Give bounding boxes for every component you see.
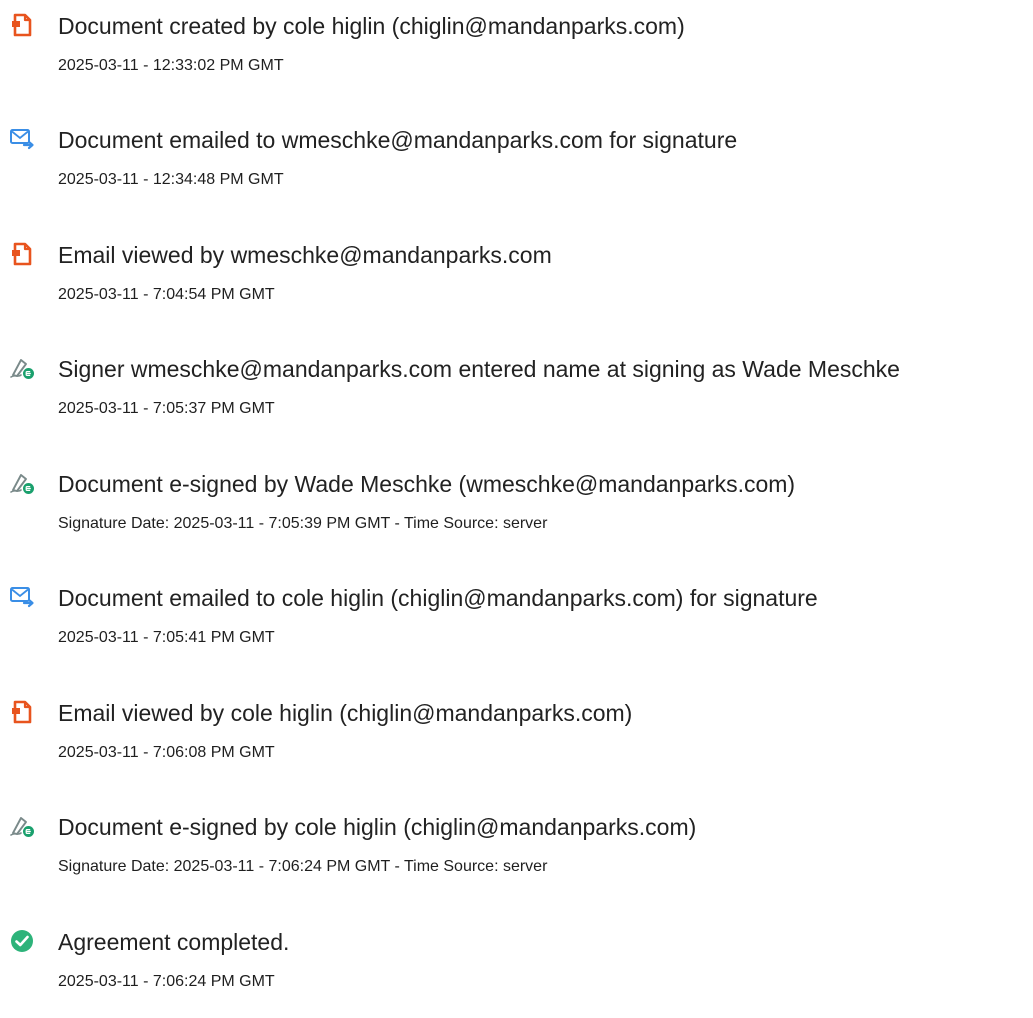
esign-pen-icon [9, 813, 35, 839]
email-sent-icon [9, 126, 35, 152]
event-timestamp: 2025-03-11 - 12:34:48 PM GMT [58, 171, 284, 188]
document-icon [9, 699, 35, 725]
event-title: Document emailed to cole higlin (chiglin… [58, 585, 818, 611]
history-event: Document emailed to wmeschke@mandanparks… [0, 126, 1033, 216]
event-title: Email viewed by cole higlin (chiglin@man… [58, 700, 633, 726]
history-event: Document e-signed by Wade Meschke (wmesc… [0, 470, 1033, 560]
event-title: Document created by cole higlin (chiglin… [58, 13, 685, 39]
email-sent-icon [9, 584, 35, 610]
event-title: Document emailed to wmeschke@mandanparks… [58, 127, 738, 153]
event-timestamp: 2025-03-11 - 7:06:24 PM GMT [58, 973, 275, 990]
event-title: Document e-signed by Wade Meschke (wmesc… [58, 471, 796, 497]
history-event: Agreement completed. 2025-03-11 - 7:06:2… [0, 928, 1033, 1018]
document-icon [9, 12, 35, 38]
history-event: Email viewed by cole higlin (chiglin@man… [0, 699, 1033, 789]
event-timestamp: Signature Date: 2025-03-11 - 7:05:39 PM … [58, 515, 548, 532]
event-title: Agreement completed. [58, 929, 290, 955]
history-event: Document emailed to cole higlin (chiglin… [0, 584, 1033, 674]
event-timestamp: 2025-03-11 - 7:05:41 PM GMT [58, 629, 275, 646]
esign-pen-icon [9, 470, 35, 496]
event-title: Signer wmeschke@mandanparks.com entered … [58, 356, 900, 382]
event-title: Document e-signed by cole higlin (chigli… [58, 814, 697, 840]
esign-pen-icon [9, 355, 35, 381]
event-title: Email viewed by wmeschke@mandanparks.com [58, 242, 552, 268]
history-event: Signer wmeschke@mandanparks.com entered … [0, 355, 1033, 445]
event-timestamp: 2025-03-11 - 7:06:08 PM GMT [58, 744, 275, 761]
history-event: Email viewed by wmeschke@mandanparks.com… [0, 241, 1033, 331]
event-timestamp: 2025-03-11 - 7:04:54 PM GMT [58, 286, 275, 303]
history-event: Document e-signed by cole higlin (chigli… [0, 813, 1033, 903]
event-timestamp: 2025-03-11 - 12:33:02 PM GMT [58, 57, 284, 74]
checkmark-circle-icon [9, 928, 35, 954]
event-timestamp: Signature Date: 2025-03-11 - 7:06:24 PM … [58, 858, 548, 875]
history-event: Document created by cole higlin (chiglin… [0, 12, 1033, 102]
event-timestamp: 2025-03-11 - 7:05:37 PM GMT [58, 400, 275, 417]
document-icon [9, 241, 35, 267]
